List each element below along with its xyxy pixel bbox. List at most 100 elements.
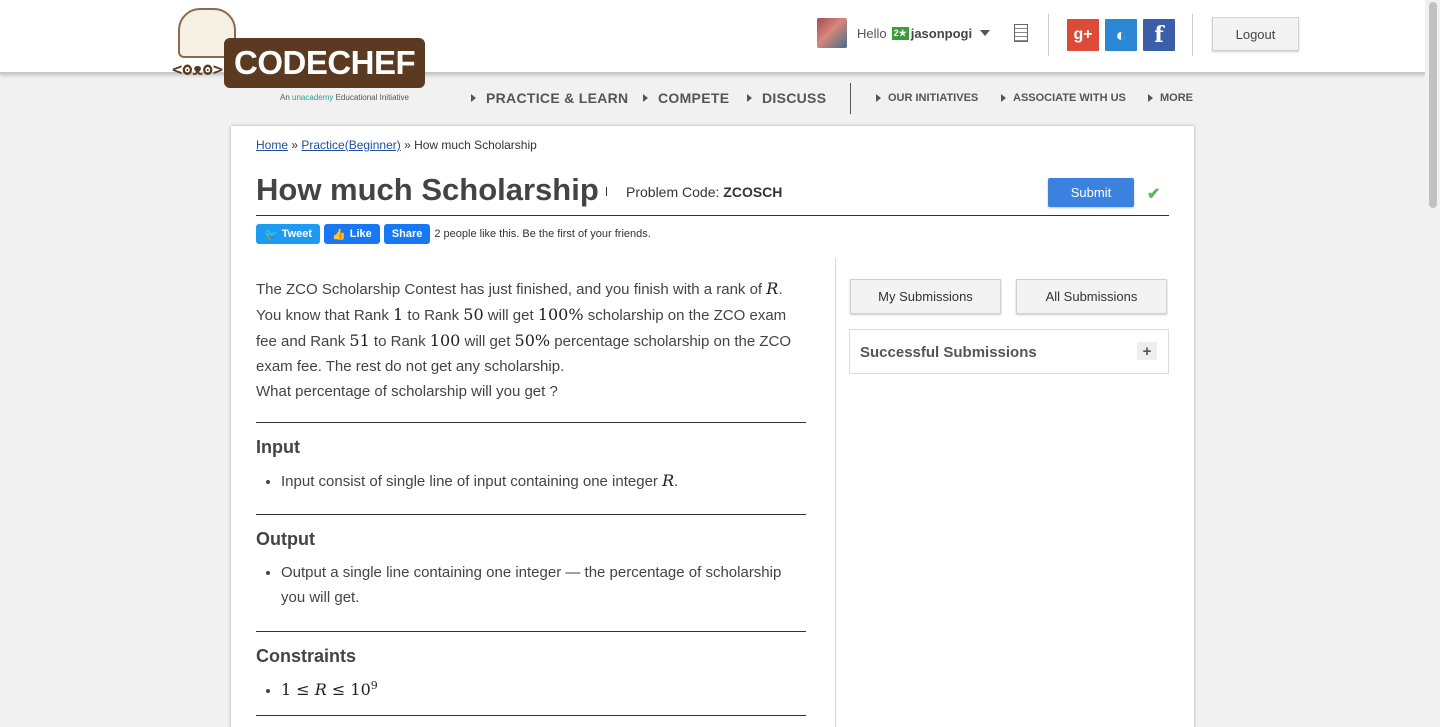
google-plus-icon[interactable]: g+ (1067, 19, 1099, 51)
nav-initiatives[interactable]: OUR INITIATIVES (876, 92, 978, 104)
share-bar: 🐦 Tweet 👍 Like Share 2 people like this. B… (256, 224, 651, 244)
submit-button[interactable]: Submit (1048, 178, 1134, 207)
rating-stars-badge: 2★ (891, 26, 909, 40)
caret-right-icon (876, 94, 881, 102)
caret-right-icon (747, 94, 752, 102)
check-icon: ✔ (1147, 186, 1161, 203)
constraints-section: Constraints 1 ≤ R ≤ 109 (256, 631, 806, 716)
successful-submissions-panel[interactable]: Successful Submissions + (849, 329, 1169, 374)
divider (256, 631, 806, 632)
caret-right-icon (643, 94, 648, 102)
breadcrumb: Home » Practice(Beginner) » How much Sch… (256, 138, 537, 152)
math-num: 1 (393, 305, 404, 324)
nav-discuss[interactable]: DISCUSS (747, 90, 826, 106)
math-var: R (314, 680, 327, 699)
likes-text: 2 people like this. Be the first of your… (434, 228, 651, 240)
avatar[interactable] (817, 18, 847, 48)
breadcrumb-home[interactable]: Home (256, 138, 288, 152)
breadcrumb-sep: » (288, 138, 302, 152)
nav-associate-label[interactable]: ASSOCIATE WITH US (1013, 92, 1126, 104)
notes-icon[interactable] (1014, 24, 1028, 42)
breadcrumb-practice[interactable]: Practice(Beginner) (301, 138, 400, 152)
scrollbar-thumb[interactable] (1429, 2, 1437, 208)
user-greeting[interactable]: Hello 2★ jasonpogi (857, 25, 991, 41)
text: Input consist of single line of input co… (281, 473, 663, 490)
text: The ZCO Scholarship Contest has just fin… (256, 281, 767, 298)
input-list: Input consist of single line of input co… (256, 468, 806, 494)
hello-text: Hello (857, 25, 887, 41)
caret-right-icon (1001, 94, 1006, 102)
math-var: R (766, 279, 779, 298)
nav-compete[interactable]: COMPETE (643, 90, 729, 106)
breadcrumb-sep: » (400, 138, 415, 152)
math-num: 100 (429, 331, 461, 350)
nav-divider (850, 83, 851, 114)
github-icon[interactable]: ◐ (1105, 19, 1137, 51)
nav-practice-label[interactable]: PRACTICE & LEARN (486, 90, 628, 106)
nav-more-label[interactable]: MORE (1160, 92, 1193, 104)
output-heading: Output (256, 529, 315, 549)
math-num: 50% (514, 331, 551, 350)
problem-card: Home » Practice(Beginner) » How much Sch… (231, 126, 1194, 727)
math-var: R (662, 471, 675, 490)
text: to Rank (369, 333, 430, 350)
output-list: Output a single line containing one inte… (256, 560, 806, 610)
nav-practice[interactable]: PRACTICE & LEARN (471, 90, 628, 106)
nav-more[interactable]: MORE (1148, 92, 1193, 104)
problem-code-label: Problem Code: (626, 184, 724, 200)
codechef-logo[interactable]: <ʘᴥʘ> CODECHEF An unacademy Educational … (172, 8, 432, 108)
math-num: 50 (463, 305, 484, 324)
breadcrumb-current: How much Scholarship (414, 138, 537, 152)
facebook-icon[interactable]: f (1143, 19, 1175, 51)
like-label: Like (349, 228, 372, 240)
tweet-button[interactable]: 🐦 Tweet (256, 224, 321, 244)
statement-paragraph: The ZCO Scholarship Contest has just fin… (256, 276, 806, 379)
all-submissions-button[interactable]: All Submissions (1016, 279, 1167, 314)
divider (256, 422, 806, 423)
nav-compete-label[interactable]: COMPETE (658, 90, 729, 106)
problem-code-value: ZCOSCH (723, 184, 783, 200)
facebook-like-button[interactable]: 👍 Like (324, 224, 380, 244)
nav-discuss-label[interactable]: DISCUSS (762, 90, 826, 106)
math-num: 1 (281, 680, 292, 699)
constraints-heading: Constraints (256, 646, 357, 666)
tagline-suffix: Educational Initiative (333, 93, 409, 102)
list-item: 1 ≤ R ≤ 109 (281, 673, 806, 703)
twitter-icon: 🐦 (264, 228, 278, 241)
logout-button[interactable]: Logout (1212, 17, 1299, 51)
title-rule (256, 215, 1169, 216)
problem-statement: The ZCO Scholarship Contest has just fin… (256, 276, 806, 404)
text: to Rank (403, 307, 464, 324)
logo-face: <ʘᴥʘ> (172, 60, 224, 80)
divider (256, 715, 806, 716)
tagline-prefix: An (280, 93, 293, 102)
caret-right-icon (1148, 94, 1153, 102)
nav-initiatives-label[interactable]: OUR INITIATIVES (888, 92, 978, 104)
username[interactable]: jasonpogi (911, 26, 972, 41)
column-divider (835, 258, 836, 727)
problem-code: Problem Code: ZCOSCH (626, 184, 782, 200)
logo-tagline: An unacademy Educational Initiative (280, 93, 409, 102)
list-item: Input consist of single line of input co… (281, 468, 806, 494)
statement-question: What percentage of scholarship will you … (256, 383, 558, 400)
nav-associate[interactable]: ASSOCIATE WITH US (1001, 92, 1126, 104)
divider (1048, 14, 1049, 56)
caret-right-icon (471, 94, 476, 102)
text: will get (483, 307, 538, 324)
math-num: 10 (350, 680, 371, 699)
thumbs-up-icon: 👍 (332, 228, 346, 241)
top-header: <ʘᴥʘ> CODECHEF An unacademy Educational … (0, 0, 1425, 102)
list-item: Output a single line containing one inte… (281, 560, 806, 610)
text: . (674, 473, 679, 490)
math-op: ≤ (326, 680, 351, 699)
math-exponent: 9 (370, 679, 378, 692)
expand-plus-icon[interactable]: + (1137, 342, 1157, 360)
logo-wordmark: CODECHEF (224, 38, 426, 88)
chevron-down-icon[interactable] (980, 30, 991, 36)
divider (1192, 14, 1193, 56)
facebook-share-button[interactable]: Share (383, 224, 431, 244)
my-submissions-button[interactable]: My Submissions (850, 279, 1001, 314)
math-num: 51 (349, 331, 370, 350)
page-title: How much Scholarship (256, 172, 599, 207)
user-menu[interactable]: Hello 2★ jasonpogi (817, 18, 991, 48)
